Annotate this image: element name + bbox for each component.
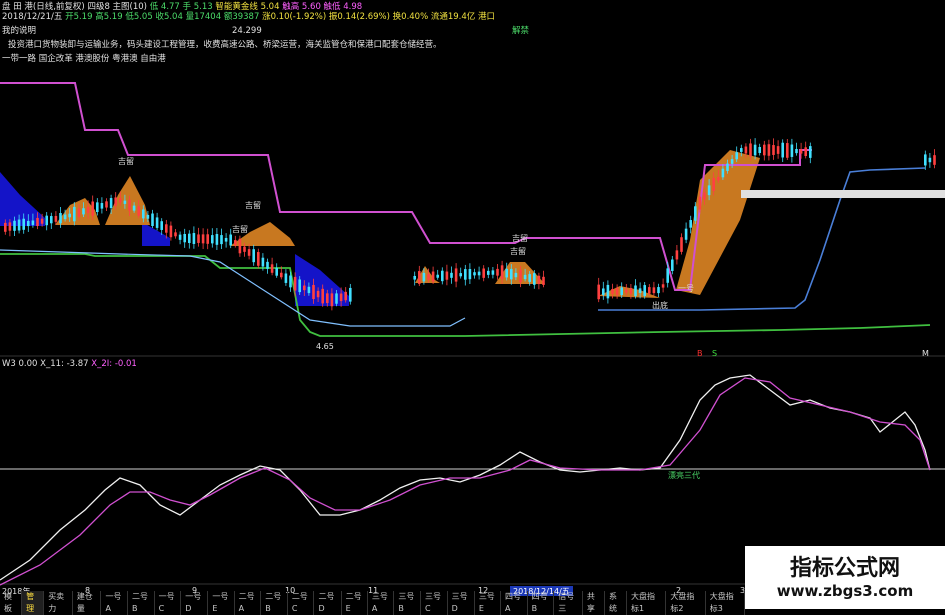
tab-0[interactable]: 模板 xyxy=(0,590,23,615)
watermark-title: 指标公式网 xyxy=(789,555,900,581)
tab-15[interactable]: 三号B xyxy=(394,590,422,615)
tab-13[interactable]: 二号E xyxy=(342,590,368,615)
change-values: 涨0.10(-1.92%) 振0.14(2.69%) 换0.40% 流通19.4… xyxy=(262,12,495,22)
tab-9[interactable]: 二号A xyxy=(235,590,262,615)
ohlc-values: 开5.19 高5.19 低5.05 收5.04 量17404 额39387 xyxy=(65,12,260,22)
tab-10[interactable]: 二号B xyxy=(261,590,288,615)
header-line-2: 2018/12/21/五 开5.19 高5.19 低5.05 收5.04 量17… xyxy=(2,12,495,22)
info-value: 24.299 xyxy=(232,26,262,36)
tab-21[interactable]: 信号三 xyxy=(554,590,583,615)
indicator-name: W3 xyxy=(2,359,16,369)
tab-6[interactable]: 一号C xyxy=(155,590,182,615)
gold-line-value: 智能黄金线 5.04 xyxy=(215,2,280,12)
buy-point-tag: 吉留 xyxy=(510,247,526,256)
indicator-value-2: X_2I: -0.01 xyxy=(91,359,137,369)
buy-point-tag: 吉留 xyxy=(118,157,134,166)
tab-14[interactable]: 三号A xyxy=(368,590,395,615)
stock-title: 盘 田 港(日线,前复权) 四级8 主图(10) xyxy=(2,2,147,12)
indicator-header: W3 0.00 X_11: -3.87 X_2I: -0.01 xyxy=(2,359,137,369)
buy-point-tag: 出底 xyxy=(652,301,668,310)
buy-point-tag: 吉留 xyxy=(232,225,248,234)
white-band xyxy=(741,190,945,198)
low-hand: 低 4.77 手 5.13 xyxy=(149,2,213,12)
tab-16[interactable]: 三号C xyxy=(421,590,448,615)
tab-26[interactable]: 大盘指标3 xyxy=(706,590,746,615)
buy-signal-marker: B xyxy=(697,349,703,358)
tab-20[interactable]: 四号B xyxy=(528,590,555,615)
light-blue-line xyxy=(0,249,466,327)
company-description: 投资港口货物装卸与运输业务，码头建设工程管理，收费高速公路、桥梁运营，海关监管仓… xyxy=(8,40,442,50)
buy-point-tag: 吉留 xyxy=(245,201,261,210)
tab-19[interactable]: 四号A xyxy=(501,590,528,615)
tab-11[interactable]: 二号C xyxy=(288,590,315,615)
right-tag: M xyxy=(922,349,929,358)
info-label: 我的说明 xyxy=(2,26,37,36)
indicator-value-1: 0.00 X_11: -3.87 xyxy=(18,359,89,369)
blue-fill-region xyxy=(0,172,45,226)
tab-5[interactable]: 二号B xyxy=(128,590,155,615)
watermark-url: www.zbgs3.com xyxy=(776,581,914,600)
tab-17[interactable]: 三号D xyxy=(448,590,475,615)
tab-22[interactable]: 共享 xyxy=(583,590,605,615)
tab-8[interactable]: 一号E xyxy=(208,590,235,615)
indicator-tab-bar: 模板 管理 买卖力 建仓量 一号A 二号B 一号C 一号D 一号E 二号A 二号B 二号C 二号D 二号E… xyxy=(0,590,746,615)
concept-tags: 一带一路 国企改革 港澳股份 粤港澳 自由港 xyxy=(2,54,166,64)
tab-25[interactable]: 大盘指标2 xyxy=(666,590,706,615)
tab-12[interactable]: 二号D xyxy=(314,590,342,615)
price-chart[interactable] xyxy=(0,0,945,609)
buy-point-tag: 吉留 xyxy=(512,234,528,243)
buy-point-tag: 一号 xyxy=(678,284,694,293)
sell-signal-marker: S xyxy=(712,349,718,358)
header-date: 2018/12/21/五 xyxy=(2,12,63,22)
tab-23[interactable]: 系统 xyxy=(605,590,628,615)
watermark: 指标公式网 www.zbgs3.com xyxy=(745,546,945,609)
header-line-1: 盘 田 港(日线,前复权) 四级8 主图(10) 低 4.77 手 5.13 智… xyxy=(2,2,362,12)
tab-1[interactable]: 管理 xyxy=(22,590,45,615)
touch-high-low: 触高 5.60 触低 4.98 xyxy=(282,2,363,12)
indicator-tag: 漂亮三代 xyxy=(668,471,700,480)
tab-3[interactable]: 建仓量 xyxy=(73,590,102,615)
tab-7[interactable]: 一号D xyxy=(181,590,209,615)
tab-24[interactable]: 大盘指标1 xyxy=(627,590,667,615)
price-low-label: 4.65 xyxy=(316,342,334,351)
tab-4[interactable]: 一号A xyxy=(101,590,129,615)
tab-2[interactable]: 买卖力 xyxy=(44,590,73,615)
info-tag: 解禁 xyxy=(512,26,530,36)
tab-18[interactable]: 三号E xyxy=(475,590,502,615)
